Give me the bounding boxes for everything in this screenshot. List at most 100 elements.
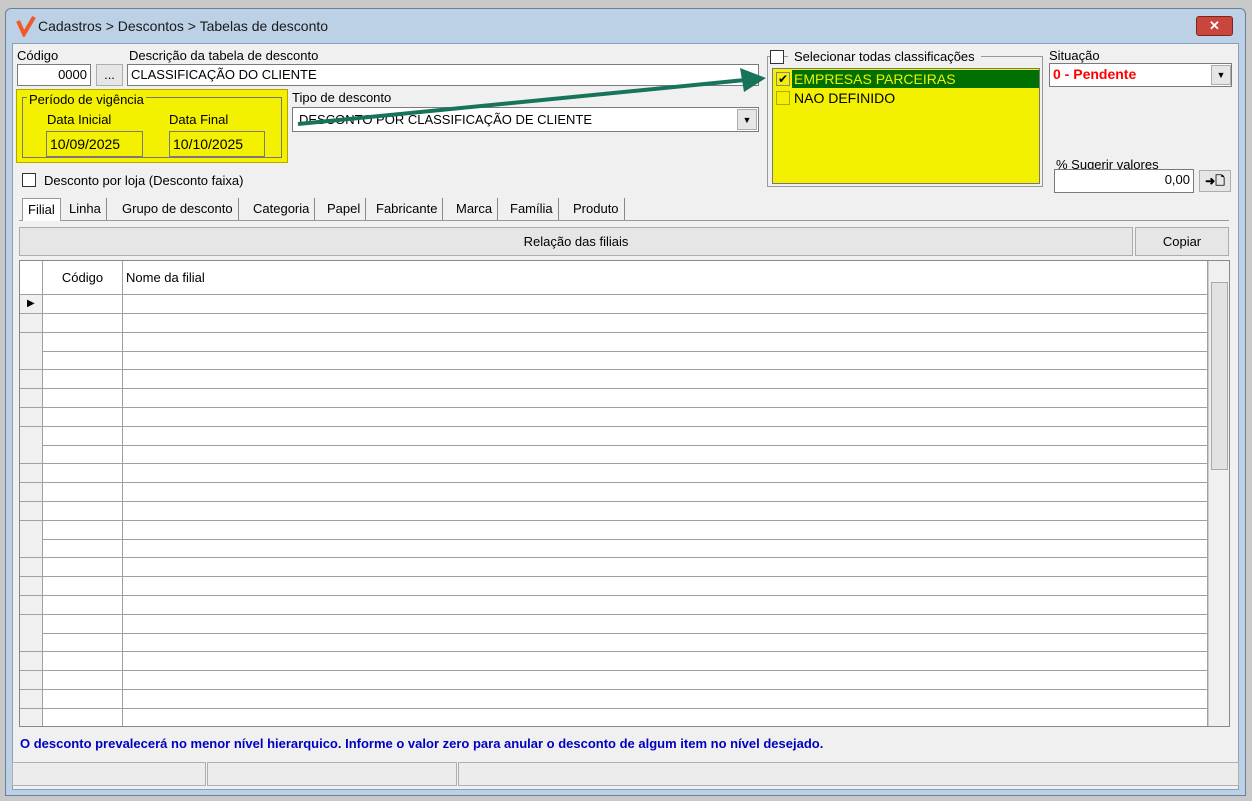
cell-codigo[interactable]	[43, 633, 123, 652]
cell-codigo[interactable]	[43, 445, 123, 464]
cell-codigo[interactable]	[43, 708, 123, 726]
check-icon[interactable]: ✔	[776, 72, 790, 86]
cell-codigo[interactable]	[43, 407, 123, 426]
situacao-select[interactable]: 0 - Pendente	[1049, 63, 1232, 87]
cell-codigo[interactable]	[43, 351, 123, 370]
data-final-input[interactable]: 10/10/2025	[169, 131, 265, 157]
table-row[interactable]: ▶	[20, 295, 1208, 314]
table-row[interactable]	[20, 370, 1208, 390]
selecionar-todas-checkbox[interactable]	[770, 50, 784, 64]
cell-codigo[interactable]	[43, 595, 123, 614]
cell-codigo[interactable]	[43, 689, 123, 708]
cell-nome[interactable]	[123, 483, 1208, 501]
sugerir-input[interactable]: 0,00	[1054, 169, 1194, 193]
cell-codigo[interactable]	[43, 577, 123, 595]
cell-codigo[interactable]	[43, 389, 123, 407]
cell-nome[interactable]	[123, 558, 1208, 577]
table-row[interactable]	[20, 464, 1208, 484]
cell-nome[interactable]	[123, 671, 1208, 689]
cell-codigo[interactable]	[43, 426, 123, 445]
table-row[interactable]	[20, 539, 1208, 559]
tab-produto[interactable]: Produto	[568, 198, 625, 220]
cell-nome[interactable]	[123, 652, 1208, 671]
classificacao-checkbox[interactable]	[776, 91, 790, 105]
cell-nome[interactable]	[123, 633, 1208, 652]
descricao-input[interactable]: CLASSIFICAÇÃO DO CLIENTE	[127, 64, 759, 86]
table-row[interactable]	[20, 501, 1208, 521]
tab-grupo-de-desconto[interactable]: Grupo de desconto	[117, 198, 239, 220]
cell-nome[interactable]	[123, 464, 1208, 483]
copiar-button[interactable]: Copiar	[1135, 227, 1229, 256]
table-row[interactable]	[20, 426, 1208, 446]
table-row[interactable]	[20, 577, 1208, 596]
table-row[interactable]	[20, 351, 1208, 371]
table-row[interactable]	[20, 407, 1208, 427]
cell-nome[interactable]	[123, 501, 1208, 520]
tab-filial[interactable]: Filial	[22, 198, 61, 221]
cell-codigo[interactable]	[43, 671, 123, 689]
cell-codigo[interactable]	[43, 558, 123, 577]
apply-values-icon[interactable]: ➜🗋	[1199, 170, 1231, 192]
close-button[interactable]: ✕	[1196, 16, 1233, 36]
cell-nome[interactable]	[123, 614, 1208, 633]
tipo-select[interactable]: DESCONTO POR CLASSIFICAÇÃO DE CLIENTE	[292, 107, 759, 132]
desconto-loja-checkbox[interactable]	[22, 173, 36, 187]
cell-nome[interactable]	[123, 407, 1208, 426]
table-row[interactable]	[20, 689, 1208, 709]
tab-categoria[interactable]: Categoria	[248, 198, 316, 220]
cell-codigo[interactable]	[43, 370, 123, 389]
filiais-grid[interactable]: Código Nome da filial ▶	[19, 260, 1230, 727]
table-row[interactable]	[20, 633, 1208, 653]
classificacao-item[interactable]: NAO DEFINIDO	[794, 90, 895, 106]
tab-familia[interactable]: Família	[505, 198, 559, 220]
data-inicial-input[interactable]: 10/09/2025	[46, 131, 143, 157]
table-row[interactable]	[20, 332, 1208, 352]
cell-nome[interactable]	[123, 313, 1208, 332]
cell-nome[interactable]	[123, 689, 1208, 708]
table-row[interactable]	[20, 595, 1208, 615]
cell-codigo[interactable]	[43, 295, 123, 313]
cell-nome[interactable]	[123, 520, 1208, 539]
lookup-button[interactable]: ...	[96, 64, 123, 86]
cell-nome[interactable]	[123, 332, 1208, 351]
cell-nome[interactable]	[123, 595, 1208, 614]
codigo-input[interactable]: 0000	[17, 64, 91, 86]
cell-codigo[interactable]	[43, 539, 123, 558]
classificacao-item[interactable]: EMPRESAS PARCEIRAS	[794, 71, 956, 87]
tab-marca[interactable]: Marca	[451, 198, 499, 220]
cell-nome[interactable]	[123, 539, 1208, 558]
table-row[interactable]	[20, 558, 1208, 578]
cell-codigo[interactable]	[43, 501, 123, 520]
cell-nome[interactable]	[123, 351, 1208, 370]
table-row[interactable]	[20, 445, 1208, 465]
table-row[interactable]	[20, 652, 1208, 672]
cell-codigo[interactable]	[43, 332, 123, 351]
cell-codigo[interactable]	[43, 464, 123, 483]
table-row[interactable]	[20, 389, 1208, 408]
table-row[interactable]	[20, 483, 1208, 502]
table-row[interactable]	[20, 708, 1208, 726]
cell-nome[interactable]	[123, 426, 1208, 445]
table-row[interactable]	[20, 520, 1208, 540]
cell-nome[interactable]	[123, 577, 1208, 595]
table-row[interactable]	[20, 313, 1208, 333]
column-header-codigo[interactable]: Código	[43, 261, 123, 294]
tab-fabricante[interactable]: Fabricante	[371, 198, 444, 220]
cell-codigo[interactable]	[43, 652, 123, 671]
table-row[interactable]	[20, 671, 1208, 690]
cell-codigo[interactable]	[43, 614, 123, 633]
column-header-nome[interactable]: Nome da filial	[123, 261, 1208, 294]
cell-codigo[interactable]	[43, 313, 123, 332]
cell-codigo[interactable]	[43, 483, 123, 501]
chevron-down-icon[interactable]: ▼	[737, 109, 757, 130]
tab-linha[interactable]: Linha	[64, 198, 107, 220]
cell-nome[interactable]	[123, 370, 1208, 389]
table-row[interactable]	[20, 614, 1208, 634]
cell-nome[interactable]	[123, 389, 1208, 407]
cell-codigo[interactable]	[43, 520, 123, 539]
cell-nome[interactable]	[123, 295, 1208, 313]
vertical-scrollbar[interactable]	[1208, 261, 1229, 726]
tab-papel[interactable]: Papel	[322, 198, 367, 220]
cell-nome[interactable]	[123, 708, 1208, 726]
cell-nome[interactable]	[123, 445, 1208, 464]
